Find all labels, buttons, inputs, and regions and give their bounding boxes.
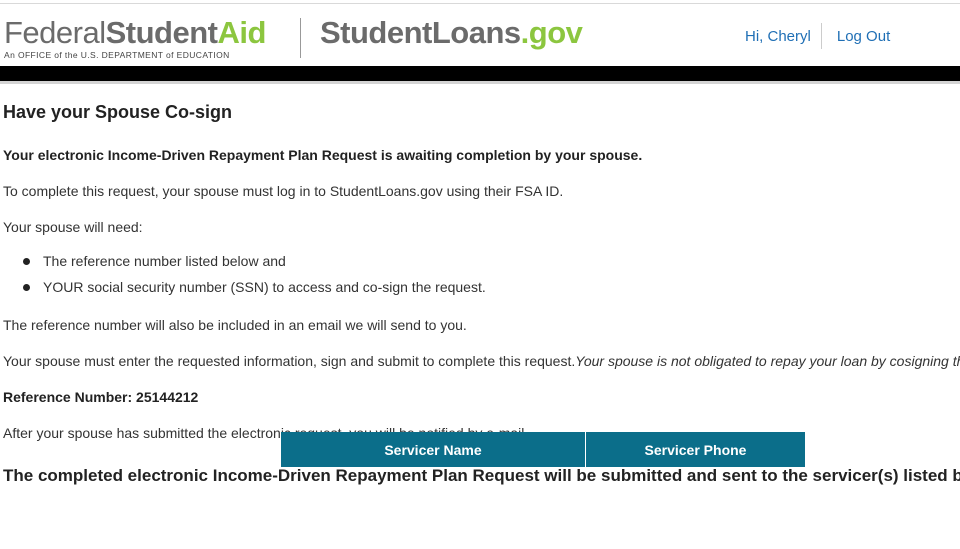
awaiting-completion-text: Your electronic Income-Driven Repayment … (3, 147, 643, 163)
fsa-logo-word-federal: Federal (4, 15, 106, 50)
to-complete-text: To complete this request, your spouse mu… (3, 183, 564, 199)
main-content: Have your Spouse Co-sign Your electronic… (3, 84, 960, 549)
sl-logo-part-loans: Loans (431, 15, 521, 50)
sl-logo-part-gov: .gov (520, 15, 583, 50)
must-enter-text: Your spouse must enter the requested inf… (3, 353, 576, 369)
column-header-servicer-phone: Servicer Phone (585, 432, 805, 467)
studentloans-gov-logo[interactable]: StudentLoans.gov (320, 15, 583, 50)
sl-logo-part-student: Student (320, 15, 432, 50)
table-header-row: Servicer Name Servicer Phone (281, 432, 805, 467)
submitted-heading: The completed electronic Income-Driven R… (3, 466, 960, 485)
fsa-logo-word-aid: Aid (217, 15, 266, 50)
spouse-will-need-text: Your spouse will need: (3, 219, 143, 235)
page-title: Have your Spouse Co-sign (3, 102, 233, 122)
nav-divider (820, 23, 822, 49)
federal-student-aid-logo[interactable]: FederalStudentAid An OFFICE of the U.S. … (4, 16, 284, 61)
reference-number: Reference Number: 25144212 (3, 389, 198, 405)
reference-number-value: 25144212 (136, 389, 199, 405)
fsa-logo-wordmark: FederalStudentAid (4, 16, 266, 50)
user-greeting-link[interactable]: Hi, Cheryl (745, 28, 811, 45)
list-item: YOUR social security number (SSN) to acc… (3, 278, 486, 304)
column-header-servicer-name: Servicer Name (281, 432, 586, 467)
logout-link[interactable]: Log Out (837, 28, 890, 45)
header-black-bar (0, 66, 960, 81)
spouse-needs-list: The reference number listed below and YO… (3, 252, 486, 304)
site-header: FederalStudentAid An OFFICE of the U.S. … (0, 4, 960, 66)
servicer-table: Servicer Name Servicer Phone (281, 432, 805, 467)
list-item: The reference number listed below and (3, 252, 486, 278)
email-note-text: The reference number will also be includ… (3, 317, 467, 333)
fsa-logo-tagline: An OFFICE of the U.S. DEPARTMENT of EDUC… (4, 50, 230, 60)
not-obligated-text: Your spouse is not obligated to repay yo… (575, 353, 960, 369)
must-enter-paragraph: Your spouse must enter the requested inf… (3, 353, 960, 369)
fsa-logo-word-student: Student (105, 15, 218, 50)
reference-number-label: Reference Number: (3, 389, 133, 405)
logo-divider (300, 18, 301, 58)
user-nav: Hi, Cheryl Log Out (745, 23, 890, 49)
